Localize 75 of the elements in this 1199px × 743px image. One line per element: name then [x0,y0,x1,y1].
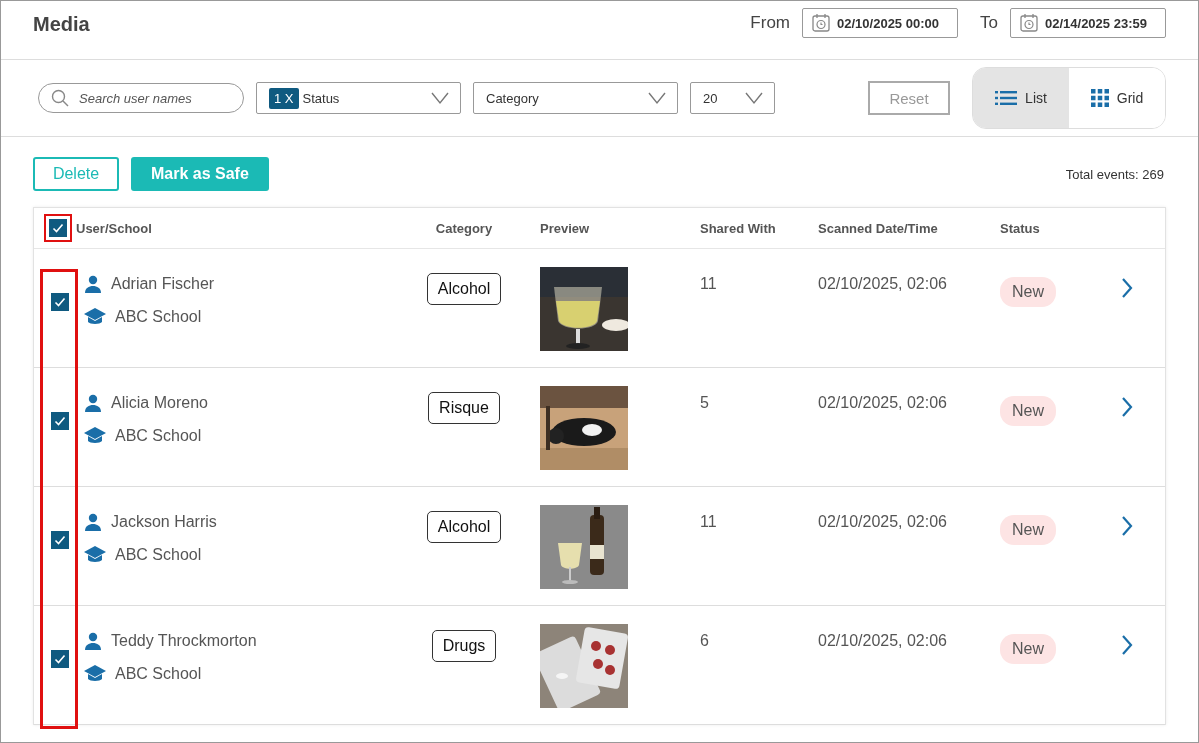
column-header: Preview [540,220,590,236]
filter-count-chip[interactable]: 1 X [269,87,299,109]
search-icon [50,88,70,108]
check-icon [53,295,67,309]
checkbox[interactable] [51,412,69,430]
school-name: ABC School [115,546,202,564]
chevron-right-icon[interactable] [1120,277,1134,299]
dropdown-label: Category [486,90,539,106]
from-label: From [750,13,791,33]
date-field[interactable]: 02/10/2025 00:00 [802,8,959,38]
checkbox[interactable] [51,650,69,668]
chevron-right-icon[interactable] [1120,515,1134,537]
category-tag: Alcohol [426,511,502,543]
page-size-dropdown[interactable]: 20 [690,82,775,114]
shared-count: 6 [700,632,710,650]
check-icon [53,652,67,666]
search-field[interactable]: Search user names [38,83,244,113]
check-icon [51,221,65,235]
column-header: User/School [76,220,152,236]
grid-icon [1090,89,1109,107]
column-header: Status [1000,220,1040,236]
graduation-cap-icon [83,664,107,684]
column-header: Shared With [700,220,776,236]
list-icon [995,90,1018,106]
school-name: ABC School [115,427,202,445]
shared-count: 5 [700,394,710,412]
chevron-right-icon[interactable] [1120,634,1134,656]
chevron-down-icon [430,91,450,105]
column-header: Category [435,220,493,236]
checkbox[interactable] [51,531,69,549]
checkbox[interactable] [51,293,69,311]
column-header: Scanned Date/Time [818,220,938,236]
person-icon [83,512,103,532]
category-dropdown[interactable]: Category [473,82,678,114]
calendar-clock-icon [811,13,832,33]
shared-count: 11 [700,513,718,531]
status-badge: New [1000,515,1056,545]
category-tag: Alcohol [426,273,502,305]
status-badge: New [1000,277,1056,307]
school-name: ABC School [115,308,202,326]
total-events: Total events: 269 [1065,166,1164,182]
person-icon [83,631,103,651]
graduation-cap-icon [83,426,107,446]
scanned-date: 02/10/2025, 02:06 [818,394,948,412]
scanned-date: 02/10/2025, 02:06 [818,632,948,650]
dropdown-label: Status [302,90,340,106]
scanned-date: 02/10/2025, 02:06 [818,275,948,293]
user-name: Adrian Fischer [111,275,215,293]
chevron-down-icon [744,91,764,105]
check-icon [53,533,67,547]
calendar-clock-icon [1019,13,1039,33]
check-icon [53,414,67,428]
page-title: Media [33,13,90,36]
user-name: Teddy Throckmorton [111,632,257,650]
user-name: Jackson Harris [111,513,217,531]
category-tag: Risque [428,392,500,424]
status-dropdown[interactable]: 1 X Status [256,82,461,114]
user-name: Alicia Moreno [111,394,208,412]
shared-count: 11 [700,275,718,293]
graduation-cap-icon [83,307,107,327]
date-field[interactable]: 02/14/2025 23:59 [1010,8,1166,38]
school-name: ABC School [115,665,202,683]
chevron-right-icon[interactable] [1120,396,1134,418]
category-tag: Drugs [431,630,497,662]
graduation-cap-icon [83,545,107,565]
scanned-date: 02/10/2025, 02:06 [818,513,948,531]
to-label: To [980,13,998,33]
view-tab[interactable]: List [973,68,1069,128]
checkbox[interactable] [49,219,67,237]
status-badge: New [1000,396,1056,426]
person-icon [83,274,103,294]
person-icon [83,393,103,413]
chevron-down-icon [647,91,667,105]
dropdown-value: 20 [703,90,718,106]
status-badge: New [1000,634,1056,664]
